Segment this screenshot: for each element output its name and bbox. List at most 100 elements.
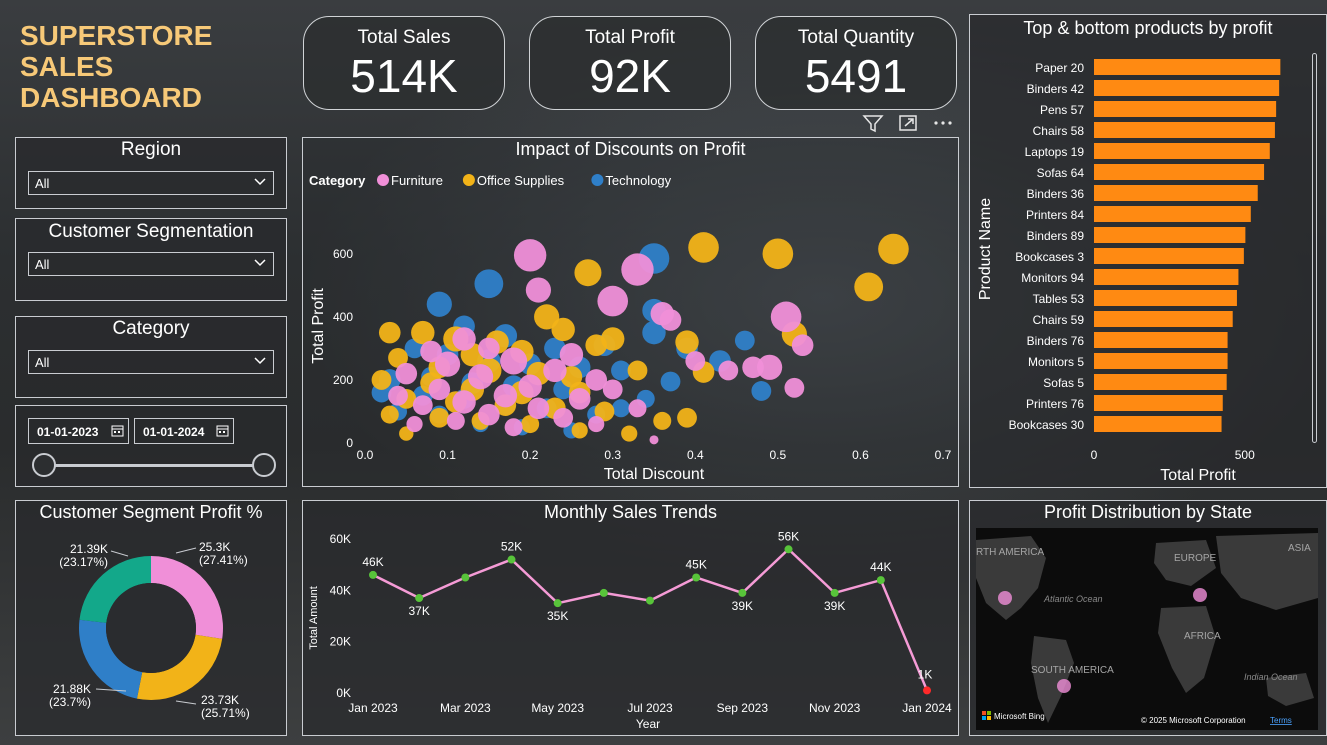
donut-pct-label: (23.7%) xyxy=(49,695,91,709)
y-tick-label: 600 xyxy=(333,247,353,261)
map-bubble[interactable] xyxy=(1057,679,1071,693)
kpi-value: 92K xyxy=(589,50,671,102)
y-tick-label: 0K xyxy=(336,686,351,700)
scatter-point xyxy=(611,399,630,418)
date-slider-end-handle[interactable] xyxy=(252,453,276,477)
kpi-label: Total Sales xyxy=(357,27,451,48)
donut-pct-label: (23.17%) xyxy=(59,555,108,569)
end-date-input[interactable]: 01-01-2024 xyxy=(134,418,234,444)
scatter-point xyxy=(378,321,401,344)
scatter-point xyxy=(571,422,588,439)
bar-category-label: Binders 76 xyxy=(1027,334,1085,348)
x-tick-label: Mar 2023 xyxy=(440,701,491,715)
bar xyxy=(1094,290,1237,306)
bar xyxy=(1094,185,1258,201)
donut-chart: 25.3K(27.41%) 23.73K(25.71%) 21.88K(23.7%)… xyxy=(49,540,250,720)
bar xyxy=(1094,374,1227,390)
scatter-point xyxy=(478,403,500,426)
slicer-region: Region All xyxy=(15,137,287,209)
segment-dropdown[interactable]: All xyxy=(28,252,274,276)
x-tick-label: 0.0 xyxy=(357,448,374,462)
scatter-point xyxy=(406,415,423,433)
scatter-point xyxy=(478,337,500,360)
map-terms-link[interactable]: Terms xyxy=(1270,716,1292,725)
data-label: 39K xyxy=(732,599,753,613)
bar xyxy=(1094,143,1270,159)
donut-value-label: 21.88K xyxy=(53,682,91,696)
date-slider-start-handle[interactable] xyxy=(32,453,56,477)
scatter-point xyxy=(621,425,638,442)
bar xyxy=(1094,101,1277,117)
data-label: 1K xyxy=(918,667,933,681)
donut-pct-label: (27.41%) xyxy=(199,553,248,567)
vertical-scrollbar[interactable] xyxy=(1312,53,1317,443)
scatter-point xyxy=(628,399,647,418)
bar-chart: Paper 20 Binders 42 Pens 57 Chairs 58 Laptop… xyxy=(977,59,1281,484)
data-point xyxy=(369,570,377,579)
slicer-category: Category All xyxy=(15,316,287,398)
data-point xyxy=(692,573,701,582)
data-point xyxy=(553,599,562,608)
monthly-sales-panel: Monthly Sales Trends 0K 20K 40K 60K Jan 2023… xyxy=(302,500,959,736)
donut-value-label: 23.73K xyxy=(201,693,239,707)
world-map[interactable]: RTH AMERICA EUROPE ASIA Atlantic Ocean A… xyxy=(976,528,1318,730)
dropdown-value: All xyxy=(35,176,50,191)
scatter-point xyxy=(380,405,399,424)
chevron-down-icon xyxy=(254,259,266,267)
focus-mode-icon[interactable] xyxy=(898,113,920,133)
bar xyxy=(1094,59,1281,75)
kpi-total-profit: Total Profit 92K xyxy=(529,16,731,110)
more-options-icon[interactable] xyxy=(932,113,954,133)
x-tick-label: 0.3 xyxy=(604,448,621,462)
donut-value-label: 21.39K xyxy=(70,542,108,556)
x-tick-label: Jul 2023 xyxy=(627,701,673,715)
y-tick-label: 200 xyxy=(333,373,353,387)
slicer-title: Category xyxy=(112,318,190,339)
region-dropdown[interactable]: All xyxy=(28,171,274,195)
y-axis-label: Total Profit xyxy=(310,288,327,364)
data-point xyxy=(415,594,424,603)
date-slider-track[interactable] xyxy=(44,464,266,467)
scatter-point xyxy=(677,407,697,428)
category-dropdown[interactable]: All xyxy=(28,350,274,374)
data-label: 52K xyxy=(501,540,522,554)
land-masses xyxy=(976,533,1318,723)
y-tick-label: 60K xyxy=(330,532,351,546)
legend-marker xyxy=(462,174,475,186)
scatter-point xyxy=(660,371,681,392)
bar-category-label: Binders 42 xyxy=(1027,82,1085,96)
slicer-customer-segmentation: Customer Segmentation All xyxy=(15,218,287,301)
scatter-point xyxy=(688,232,719,263)
scatter-point xyxy=(588,415,605,433)
customer-segment-panel: Customer Segment Profit % 25.3K (27.41%) 2… xyxy=(15,500,287,736)
bar-category-label: Sofas 5 xyxy=(1043,376,1084,390)
slicer-date-range: 01-01-2023 01-01-2024 xyxy=(15,405,287,487)
leader-line xyxy=(175,700,197,705)
scatter-point xyxy=(513,239,547,272)
data-point xyxy=(830,588,839,597)
scatter-chart-panel: Impact of Discounts on Profit Category Fu… xyxy=(302,137,959,487)
map-bubble[interactable] xyxy=(998,591,1012,605)
scatter-point xyxy=(762,238,794,270)
x-tick-label: 0.4 xyxy=(687,448,704,462)
calendar-icon xyxy=(216,425,229,437)
legend-marker xyxy=(377,174,389,186)
map-copyright: © 2025 Microsoft Corporation xyxy=(1141,716,1246,725)
y-tick-label: 20K xyxy=(330,635,351,649)
scatter-point xyxy=(653,411,672,430)
bar xyxy=(1094,227,1246,243)
scatter-point xyxy=(525,277,551,303)
map-bubble[interactable] xyxy=(1193,588,1207,602)
x-axis-label: Year xyxy=(636,717,660,731)
scatter-point xyxy=(429,407,450,428)
scatter-point xyxy=(854,272,884,302)
start-date-input[interactable]: 01-01-2023 xyxy=(28,418,129,444)
scatter-point xyxy=(770,301,802,333)
x-tick-label: Jan 2024 xyxy=(902,701,952,715)
x-tick-label: 500 xyxy=(1235,448,1255,462)
bar xyxy=(1094,248,1244,264)
scatter-point xyxy=(446,411,465,430)
data-point xyxy=(784,545,793,554)
kpi-label: Total Profit xyxy=(585,27,675,48)
filter-icon[interactable] xyxy=(862,113,884,133)
